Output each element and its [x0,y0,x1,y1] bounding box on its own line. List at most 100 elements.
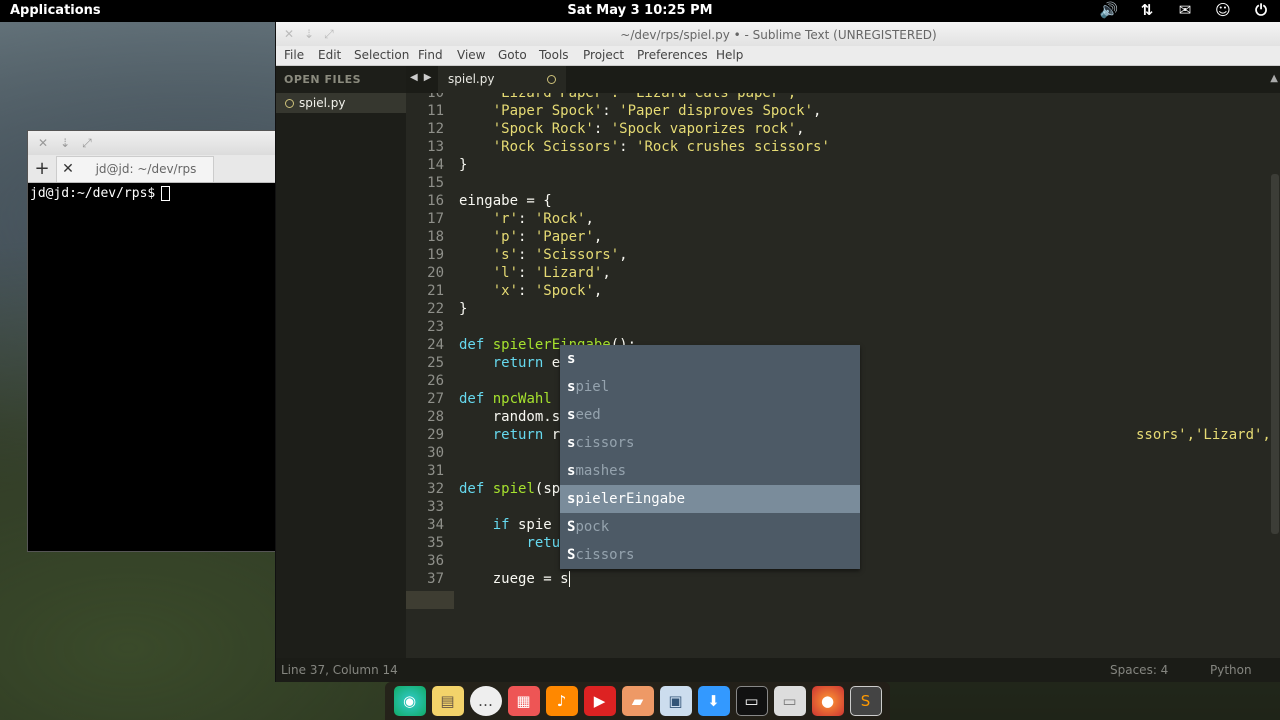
line-number: 16 [427,193,444,209]
menu-view[interactable]: View [457,48,485,62]
sublime-icon[interactable]: S [849,686,882,716]
close-icon[interactable]: ✕ [38,136,48,150]
firefox-icon[interactable]: ● [811,686,844,716]
menu-bar: File Edit Selection Find View Goto Tools… [276,46,1280,66]
menu-edit[interactable]: Edit [318,48,341,62]
code-line-12: 'Spock Rock': 'Spock vaporizes rock', [492,121,805,137]
terminal-output[interactable]: jd@jd:~/dev/rps$ [28,183,276,204]
browser-icon[interactable]: ◉ [393,686,426,716]
code-line-25: return e [492,355,561,371]
terminal-window: ✕ ⇣ ⤢ + ✕ jd@jd: ~/dev/rps jd@jd:~/dev/r… [27,130,277,552]
cursor-position: Line 37, Column 14 [281,663,398,677]
autocomplete-item[interactable]: spielerEingabe [560,485,860,513]
line-number: 33 [427,499,444,515]
line-number: 15 [427,175,444,191]
menu-help[interactable]: Help [716,48,743,62]
system-tray: 🔊 ⇅ ✉ ☺ ⏻ [1098,1,1272,19]
files-folder-icon[interactable]: ▰ [621,686,654,716]
line-number: 26 [427,373,444,389]
code-line-13: 'Rock Scissors': 'Rock crushes scissors' [492,139,830,155]
line-number: 34 [427,517,444,533]
code-line-32: def spiel(sp [459,481,561,497]
volume-icon[interactable]: 🔊 [1098,1,1120,19]
tab-label: spiel.py [448,72,495,86]
line-number: 37 [427,571,444,587]
line-number: 35 [427,535,444,551]
line-number: 31 [427,463,444,479]
minimize-icon[interactable]: ⇣ [60,136,70,150]
code-line-22: } [459,301,468,317]
modified-dot-icon[interactable] [547,75,556,84]
line-number: 25 [427,355,444,371]
sidebar-file-item[interactable]: spiel.py [276,93,406,113]
new-tab-button[interactable]: + [28,158,56,179]
folder-icon[interactable]: ▭ [773,686,806,716]
code-line-37: zuege = s [459,571,570,587]
tab-nav-arrows-icon[interactable]: ◀▶ [410,72,437,83]
menu-tools[interactable]: Tools [539,48,569,62]
menu-goto[interactable]: Goto [498,48,527,62]
terminal-tab[interactable]: ✕ jd@jd: ~/dev/rps [56,155,214,182]
line-number: 14 [427,157,444,173]
power-icon[interactable]: ⏻ [1250,1,1272,19]
clock[interactable]: Sat May 3 10:25 PM [0,3,1280,18]
autocomplete-item[interactable]: spiel [560,373,860,401]
line-number: 24 [427,337,444,353]
tab-spiel-py[interactable]: spiel.py [438,66,566,93]
autocomplete-item[interactable]: Spock [560,513,860,541]
applications-menu[interactable]: Applications [10,3,101,18]
code-line-34: if spie [492,517,552,533]
autocomplete-item[interactable]: scissors [560,429,860,457]
autocomplete-item[interactable]: Scissors [560,541,860,569]
code-line-14: } [459,157,468,173]
line-number: 11 [427,103,444,119]
maximize-icon[interactable]: ⤢ [82,136,92,151]
menu-preferences[interactable]: Preferences [637,48,708,62]
mail-icon[interactable]: ✉ [1174,1,1196,19]
window-title: ~/dev/rps/spiel.py • - Sublime Text (UNR… [620,28,937,42]
network-icon[interactable]: ⇅ [1136,1,1158,19]
indentation-setting[interactable]: Spaces: 4 [1110,663,1168,677]
user-icon[interactable]: ☺ [1212,1,1234,19]
editor-scrollbar[interactable] [1271,174,1279,534]
autocomplete-popup: s spiel seed scissors smashes spielerEingabe S… [560,345,860,569]
tab-dropdown-icon[interactable]: ▲ [1270,73,1278,84]
chat-icon[interactable]: … [469,686,502,716]
menu-project[interactable]: Project [583,48,624,62]
line-number: 32 [427,481,444,497]
status-bar: Line 37, Column 14 Spaces: 4 Python [276,658,1280,682]
menu-selection[interactable]: Selection [354,48,409,62]
menu-file[interactable]: File [284,48,304,62]
line-number: 13 [427,139,444,155]
menu-find[interactable]: Find [418,48,443,62]
close-tab-icon[interactable]: ✕ [57,161,79,177]
music-icon[interactable]: ♪ [545,686,578,716]
code-line-21: 'x': 'Spock', [492,283,603,299]
editor-tabbar: ◀▶ spiel.py ▲ [406,66,1280,93]
top-panel: Applications Sat May 3 10:25 PM 🔊 ⇅ ✉ ☺ … [0,0,1280,22]
line-number: 20 [427,265,444,281]
line-number: 30 [427,445,444,461]
media-icon[interactable]: ▶ [583,686,616,716]
line-number: 27 [427,391,444,407]
autocomplete-item[interactable]: seed [560,401,860,429]
code-line-11: 'Paper Spock': 'Paper disproves Spock', [492,103,822,119]
code-line-17: 'r': 'Rock', [492,211,594,227]
terminal-icon[interactable]: ▭ [735,686,768,716]
terminal-tab-title: jd@jd: ~/dev/rps [95,162,197,176]
code-line-19: 's': 'Scissors', [492,247,628,263]
line-number: 21 [427,283,444,299]
code-line-10: 'Lizard Paper': 'Lizard eats paper', [459,93,797,101]
autocomplete-item[interactable]: smashes [560,457,860,485]
line-number: 28 [427,409,444,425]
current-line-gutter [406,591,454,609]
calendar-icon[interactable]: ▦ [507,686,540,716]
syntax-setting[interactable]: Python [1210,663,1252,677]
line-number: 10 [427,93,444,101]
line-number: 36 [427,553,444,569]
notes-icon[interactable]: ▤ [431,686,464,716]
code-line-28: random.s [459,409,561,425]
autocomplete-item[interactable]: s [560,345,860,373]
apps-icon[interactable]: ▣ [659,686,692,716]
download-icon[interactable]: ⬇ [697,686,730,716]
